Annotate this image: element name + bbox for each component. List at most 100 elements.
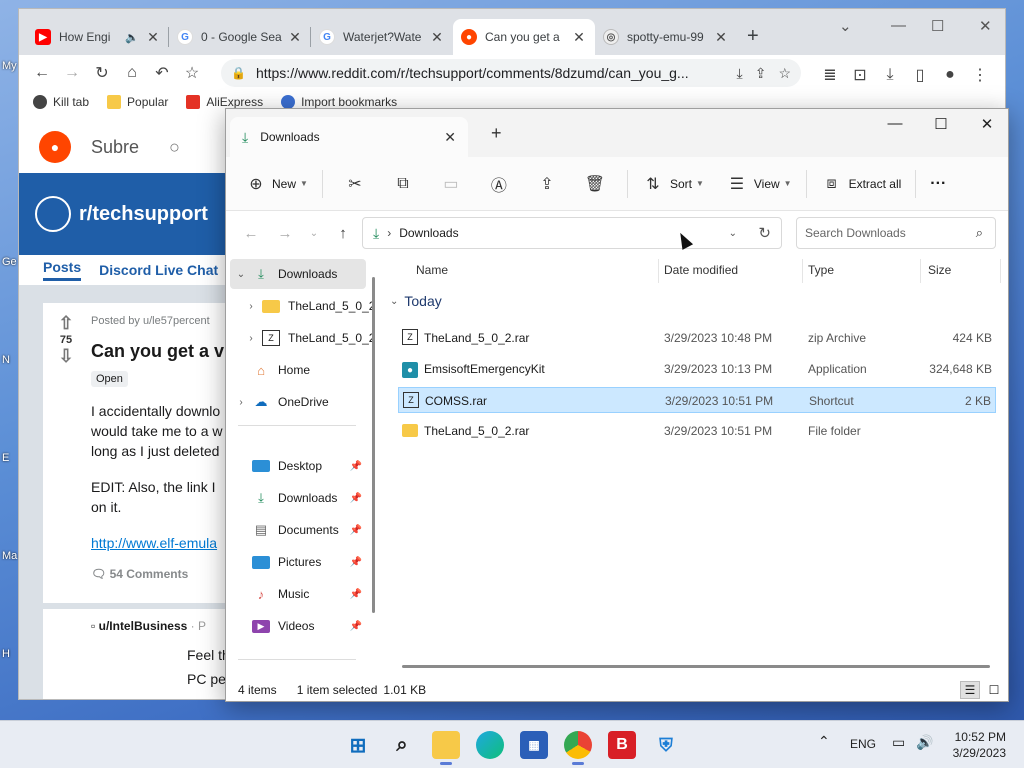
file-explorer-taskbar-icon[interactable] (432, 731, 460, 765)
forward-arrow-icon[interactable]: → (268, 225, 302, 242)
install-icon[interactable]: ⤓ (737, 65, 743, 82)
chevron-up-icon[interactable]: ⌃ (818, 733, 830, 750)
column-header-size[interactable]: Size (928, 263, 951, 277)
nav-item-downloads[interactable]: ⤓ Downloads 📌 (230, 483, 366, 513)
more-options-button[interactable]: ··· (924, 168, 952, 200)
nav-item-desktop[interactable]: Desktop 📌 (230, 451, 366, 481)
volume-icon[interactable]: 🔊 (916, 734, 933, 751)
delete-button[interactable]: 🗑 (571, 168, 619, 200)
forward-arrow-icon[interactable]: → (57, 59, 87, 87)
home-icon[interactable]: ⌂ (117, 59, 147, 87)
bookmark-import[interactable]: Import bookmarks (281, 95, 397, 109)
new-tab-button[interactable]: + (491, 123, 502, 144)
comments-button[interactable]: 🗨 54 Comments (91, 567, 188, 581)
chevron-right-icon[interactable]: › (230, 397, 252, 408)
tab-search-icon[interactable]: ⌄ (839, 17, 852, 35)
nav-item-videos[interactable]: ▶ Videos 📌 (230, 611, 366, 641)
browser-tab[interactable]: G Waterjet?Wate ✕ (311, 19, 453, 55)
column-header-type[interactable]: Type (808, 263, 834, 277)
reddit-logo-icon[interactable]: ● (39, 131, 71, 163)
bookmark-kill-tab[interactable]: Kill tab (33, 95, 89, 109)
nav-item-documents[interactable]: ▤ Documents 📌 (230, 515, 366, 545)
new-tab-button[interactable]: + (747, 25, 759, 48)
group-header-today[interactable]: ⌄ Today (390, 293, 442, 309)
search-icon[interactable]: ○ (169, 137, 180, 158)
bookmark-aliexpress[interactable]: AliExpress (186, 95, 263, 109)
tiles-view-icon[interactable]: ☐ (984, 681, 1004, 699)
explorer-tab[interactable]: ⤓ Downloads ✕ (230, 117, 468, 157)
chevron-down-icon[interactable]: ⌄ (729, 228, 737, 239)
bookmark-star-icon[interactable]: ☆ (177, 59, 207, 87)
speaker-icon[interactable]: 🔈 (125, 31, 139, 44)
horizontal-scrollbar[interactable] (402, 665, 990, 668)
menu-kebab-icon[interactable]: ⋮ (965, 61, 995, 89)
refresh-icon[interactable]: ↻ (758, 224, 771, 242)
nav-item-home[interactable]: ⌂ Home (230, 355, 366, 385)
column-header-name[interactable]: Name (416, 263, 448, 277)
new-button[interactable]: ⊕ New ▼ (238, 168, 314, 200)
search-icon[interactable]: ⌕ (388, 731, 416, 759)
shield-icon[interactable]: ⛨ (652, 731, 680, 759)
bitdefender-icon[interactable]: B (608, 731, 636, 759)
chevron-right-icon[interactable]: › (240, 301, 262, 312)
close-button[interactable]: ✕ (979, 17, 992, 35)
side-panel-icon[interactable]: ▯ (905, 61, 935, 89)
maximize-button[interactable]: ☐ (931, 17, 944, 35)
maximize-button[interactable]: ☐ (918, 115, 964, 133)
minimize-button[interactable]: — (891, 17, 906, 34)
close-tab-icon[interactable]: ✕ (145, 29, 161, 46)
download-icon[interactable]: ⤓ (875, 61, 905, 89)
pin-icon[interactable]: 📌 (350, 525, 362, 536)
view-button[interactable]: ☰ View ▼ (720, 168, 798, 200)
reading-list-icon[interactable]: ≣ (815, 61, 845, 89)
bookmark-popular[interactable]: Popular (107, 95, 168, 109)
file-row[interactable]: TheLand_5_0_2.rar 3/29/2023 10:51 PM Fil… (398, 418, 996, 444)
nav-item-onedrive[interactable]: › ☁ OneDrive (230, 387, 366, 417)
subreddit-title[interactable]: r/techsupport (79, 203, 208, 226)
post-flair[interactable]: Open (91, 371, 128, 387)
pin-icon[interactable]: 📌 (350, 461, 362, 472)
comment-author[interactable]: ▫ u/IntelBusiness · P (91, 619, 206, 633)
chrome-browser-icon[interactable] (564, 731, 592, 765)
nav-item-theland-folder[interactable]: › TheLand_5_0_2 (240, 291, 376, 321)
tab-discord[interactable]: Discord Live Chat (99, 262, 218, 278)
cut-button[interactable]: ✂ (331, 168, 379, 200)
network-icon[interactable]: ▭ (892, 734, 905, 751)
post-title[interactable]: Can you get a v (91, 341, 224, 362)
downvote-icon[interactable]: ⇩ (53, 346, 79, 367)
close-tab-icon[interactable]: ✕ (429, 29, 445, 46)
rename-button[interactable]: Ⓐ (475, 168, 523, 200)
share-button[interactable]: ⇪ (523, 168, 571, 200)
pin-icon[interactable]: 📌 (350, 557, 362, 568)
nav-item-downloads-selected[interactable]: ⌄ ⤓ Downloads (230, 259, 366, 289)
share-icon[interactable]: ⇪ (755, 65, 767, 82)
search-input[interactable]: Search Downloads ⌕ (796, 217, 996, 249)
chevron-down-icon[interactable]: ⌄ (230, 269, 252, 280)
up-arrow-icon[interactable]: ↑ (326, 225, 360, 242)
pin-icon[interactable]: 📌 (350, 589, 362, 600)
upvote-icon[interactable]: ⇧ (53, 313, 79, 334)
pin-icon[interactable]: 📌 (350, 621, 362, 632)
paste-button[interactable]: ▭ (427, 168, 475, 200)
file-row[interactable]: Z TheLand_5_0_2.rar 3/29/2023 10:48 PM z… (398, 325, 996, 351)
file-row[interactable]: ● EmsisoftEmergencyKit 3/29/2023 10:13 P… (398, 356, 996, 382)
store-icon[interactable]: ▦ (520, 731, 548, 759)
extract-all-button[interactable]: ⧈ Extract all (815, 168, 908, 200)
chevron-right-icon[interactable]: › (240, 333, 262, 344)
address-bar[interactable]: 🔒 https://www.reddit.com/r/techsupport/c… (221, 59, 801, 87)
language-indicator[interactable]: ENG (850, 737, 876, 751)
copy-button[interactable]: ⧉ (379, 168, 427, 200)
close-button[interactable]: ✕ (964, 115, 1008, 133)
browser-tab[interactable]: G 0 - Google Sea ✕ (169, 19, 311, 55)
column-header-date[interactable]: Date modified (664, 263, 738, 277)
subreddit-selector[interactable]: Subre (91, 137, 139, 158)
star-icon[interactable]: ☆ (778, 65, 791, 82)
vertical-scrollbar[interactable] (372, 277, 375, 613)
browser-tab[interactable]: ◎ spotty-emu-99 ✕ (595, 19, 737, 55)
file-row-selected[interactable]: Z COMSS.rar 3/29/2023 10:51 PM Shortcut … (398, 387, 996, 413)
system-clock[interactable]: 10:52 PM 3/29/2023 (953, 729, 1006, 761)
back-arrow-icon[interactable]: ← (27, 59, 57, 87)
nav-item-theland-archive[interactable]: › Z TheLand_5_0_2 (240, 323, 376, 353)
close-tab-icon[interactable]: ✕ (287, 29, 303, 46)
nav-item-pictures[interactable]: Pictures 📌 (230, 547, 366, 577)
